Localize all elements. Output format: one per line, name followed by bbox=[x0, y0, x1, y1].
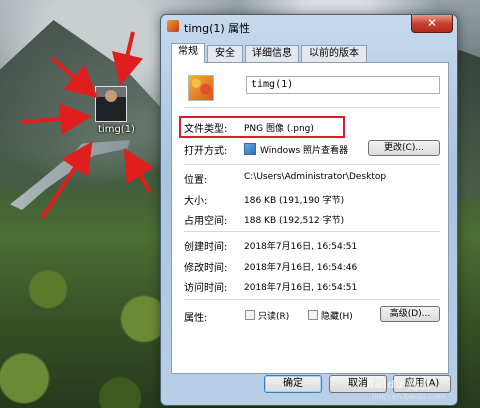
opens-with-label: 打开方式: bbox=[184, 146, 228, 157]
readonly-label: 只读(R) bbox=[258, 312, 290, 322]
divider bbox=[184, 231, 440, 232]
watermark-url: jingyan.baidu.com bbox=[372, 392, 446, 401]
modified-value: 2018年7月16日, 16:54:46 bbox=[244, 263, 358, 273]
file-type-value: PNG 图像 (.png) bbox=[244, 124, 314, 134]
location-label: 位置: bbox=[184, 175, 208, 186]
tab-details[interactable]: 详细信息 bbox=[245, 45, 299, 62]
ok-button[interactable]: 确定 bbox=[264, 375, 322, 393]
size-on-disk-value: 188 KB (192,512 字节) bbox=[244, 216, 345, 226]
opens-with-value: Windows 照片查看器 bbox=[260, 146, 349, 156]
readonly-checkbox[interactable] bbox=[245, 310, 255, 320]
watermark-logo: Baidu 经验 bbox=[366, 378, 432, 391]
divider bbox=[184, 299, 440, 300]
general-panel: timg(1) 文件类型: PNG 图像 (.png) 打开方式: Window… bbox=[171, 62, 449, 374]
photo-viewer-icon bbox=[244, 143, 256, 155]
created-value: 2018年7月16日, 16:54:51 bbox=[244, 242, 358, 252]
file-type-label: 文件类型: bbox=[184, 124, 228, 135]
hidden-label: 隐藏(H) bbox=[321, 312, 353, 322]
dialog-title: timg(1) 属性 bbox=[184, 22, 251, 35]
location-value: C:\Users\Administrator\Desktop bbox=[244, 172, 387, 182]
divider bbox=[184, 107, 440, 108]
created-label: 创建时间: bbox=[184, 242, 228, 253]
image-file-icon bbox=[167, 20, 179, 32]
tab-previous-versions[interactable]: 以前的版本 bbox=[301, 45, 367, 62]
change-button[interactable]: 更改(C)... bbox=[368, 140, 440, 156]
divider bbox=[184, 164, 440, 165]
advanced-button[interactable]: 高级(D)... bbox=[380, 306, 440, 322]
close-button[interactable]: ✕ bbox=[411, 15, 453, 33]
desktop-file-label: timg(1) bbox=[98, 124, 135, 135]
close-icon: ✕ bbox=[426, 16, 438, 30]
tab-security[interactable]: 安全 bbox=[207, 45, 243, 62]
modified-label: 修改时间: bbox=[184, 263, 228, 274]
accessed-label: 访问时间: bbox=[184, 283, 228, 294]
desktop-file-icon[interactable]: timg(1) bbox=[86, 86, 136, 135]
dialog-titlebar[interactable]: timg(1) 属性 ✕ bbox=[161, 15, 457, 37]
size-value: 186 KB (191,190 字节) bbox=[244, 196, 345, 206]
file-name-field[interactable]: timg(1) bbox=[246, 76, 440, 94]
accessed-value: 2018年7月16日, 16:54:51 bbox=[244, 283, 358, 293]
attributes-label: 属性: bbox=[184, 313, 208, 324]
tab-general[interactable]: 常规 bbox=[171, 43, 205, 63]
image-thumbnail-icon bbox=[95, 86, 127, 122]
size-on-disk-label: 占用空间: bbox=[184, 216, 228, 227]
properties-dialog: timg(1) 属性 ✕ 常规 安全 详细信息 以前的版本 timg(1) 文件… bbox=[160, 14, 458, 406]
size-label: 大小: bbox=[184, 196, 208, 207]
hidden-checkbox[interactable] bbox=[308, 310, 318, 320]
png-file-icon bbox=[188, 75, 214, 101]
